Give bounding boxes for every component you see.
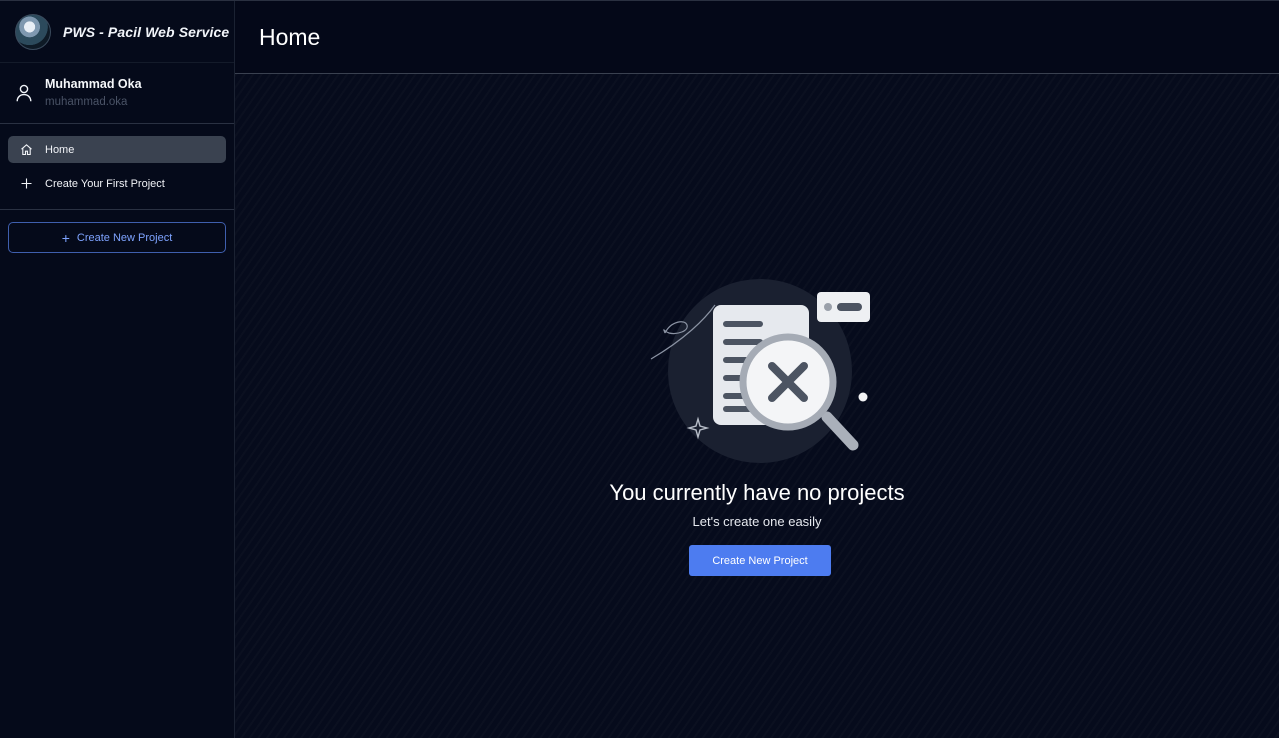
sidebar-item-create-first-project[interactable]: Create Your First Project	[8, 170, 226, 197]
main-area: Home You currently have no projects Let'…	[235, 1, 1279, 738]
brand-header[interactable]: PWS - Pacil Web Service	[0, 1, 234, 63]
empty-state-subtitle: Let's create one easily	[692, 514, 822, 529]
home-icon	[21, 144, 32, 156]
brand-logo-icon	[15, 13, 51, 50]
sidebar-create-project-button[interactable]: + Create New Project	[8, 222, 226, 253]
top-bar: Home	[235, 1, 1279, 74]
empty-state-panel: You currently have no projects Let's cre…	[235, 74, 1279, 738]
sidebar-nav: Home Create Your First Project	[0, 124, 234, 210]
sidebar: PWS - Pacil Web Service Muhammad Oka muh…	[0, 1, 235, 738]
plus-icon	[21, 178, 32, 189]
no-results-document-icon	[650, 279, 870, 463]
plus-icon: +	[61, 229, 70, 246]
brand-name: PWS - Pacil Web Service	[63, 23, 230, 40]
app-window: PWS - Pacil Web Service Muhammad Oka muh…	[0, 0, 1279, 738]
sidebar-item-label: Create Your First Project	[45, 177, 165, 190]
user-profile[interactable]: Muhammad Oka muhammad.oka	[0, 63, 234, 124]
page-title: Home	[259, 23, 321, 50]
user-icon	[16, 84, 32, 102]
sidebar-item-label: Home	[45, 143, 75, 156]
user-handle: muhammad.oka	[45, 95, 128, 108]
create-new-project-button[interactable]: Create New Project	[689, 545, 831, 576]
sidebar-create-project-label: Create New Project	[76, 231, 173, 244]
sidebar-item-home[interactable]: Home	[8, 136, 226, 163]
user-name: Muhammad Oka	[45, 76, 142, 91]
empty-state-title: You currently have no projects	[609, 480, 905, 505]
